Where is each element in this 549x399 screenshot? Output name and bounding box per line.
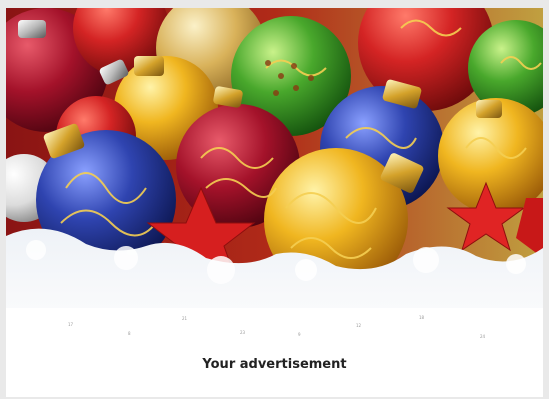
calendar-number: 17 <box>68 322 74 327</box>
calendar-number: 12 <box>356 323 362 328</box>
calendar-number: 18 <box>419 315 425 320</box>
calendar-number: 8 <box>128 331 131 336</box>
calendar-number: 24 <box>480 334 486 339</box>
calendar-number: 23 <box>240 330 246 335</box>
calendar-number: 21 <box>182 316 188 321</box>
christmas-baubles-image <box>6 8 543 397</box>
calendar-number: 9 <box>298 332 301 337</box>
advertisement-text: Your advertisement <box>202 357 347 372</box>
advent-calendar-card: 17 8 21 23 9 12 18 24 Your advertisement <box>6 8 543 397</box>
